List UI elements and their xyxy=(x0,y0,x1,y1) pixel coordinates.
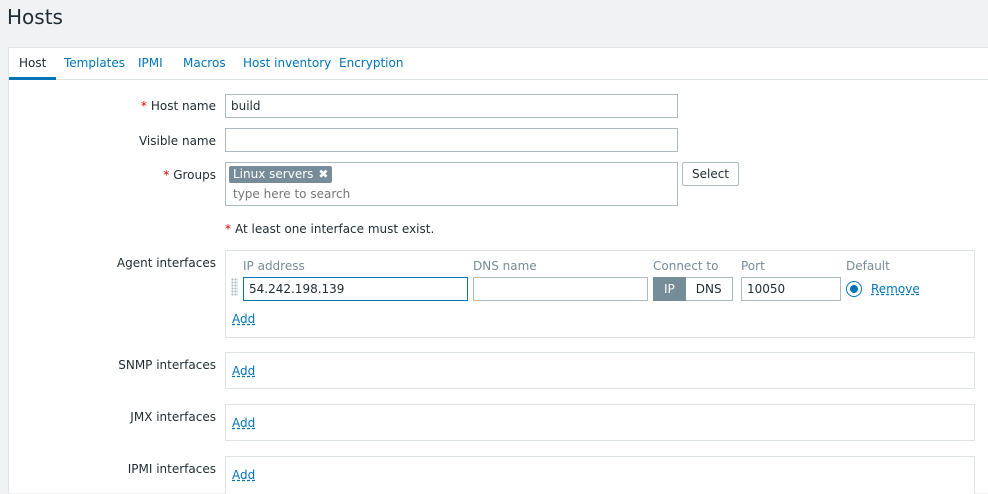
default-radio[interactable] xyxy=(846,281,862,297)
tab-host[interactable]: Host xyxy=(9,48,57,80)
port-input[interactable] xyxy=(741,277,841,301)
groups-multiselect[interactable]: Linux servers ✖ xyxy=(225,162,678,206)
visible-name-label: Visible name xyxy=(138,134,216,148)
snmp-interfaces-label: SNMP interfaces xyxy=(118,358,216,372)
header-default: Default xyxy=(846,259,890,273)
header-ip-address: IP address xyxy=(243,259,305,273)
ipmi-interfaces-panel: Add xyxy=(225,456,975,494)
tab-templates[interactable]: Templates xyxy=(54,48,135,80)
interface-warning: * At least one interface must exist. xyxy=(225,222,435,236)
remove-chip-icon[interactable]: ✖ xyxy=(318,167,328,181)
tab-encryption[interactable]: Encryption xyxy=(329,48,413,80)
jmx-interfaces-label: JMX interfaces xyxy=(130,410,216,424)
groups-select-button[interactable]: Select xyxy=(682,162,739,186)
required-mark: * xyxy=(140,99,147,113)
connect-ip-button[interactable]: IP xyxy=(653,277,686,301)
connect-to-toggle: IP DNS xyxy=(653,277,733,301)
tab-host-inventory[interactable]: Host inventory xyxy=(233,48,341,80)
groups-search-input[interactable] xyxy=(231,186,531,202)
visible-name-input[interactable] xyxy=(225,128,678,152)
header-dns-name: DNS name xyxy=(473,259,537,273)
add-ipmi-interface-link[interactable]: Add xyxy=(232,468,255,482)
groups-label: * Groups xyxy=(163,168,216,182)
add-jmx-interface-link[interactable]: Add xyxy=(232,416,255,430)
tab-bar: Host Templates IPMI Macros Host inventor… xyxy=(9,48,988,80)
remove-interface-link[interactable]: Remove xyxy=(871,282,920,296)
required-mark: * xyxy=(163,168,170,182)
host-name-input[interactable] xyxy=(225,94,678,118)
add-snmp-interface-link[interactable]: Add xyxy=(232,364,255,378)
connect-dns-button[interactable]: DNS xyxy=(685,277,733,301)
page-title: Hosts xyxy=(7,5,63,29)
jmx-interfaces-panel: Add xyxy=(225,404,975,441)
agent-interfaces-panel: IP address DNS name Connect to Port Defa… xyxy=(225,250,975,338)
group-chip: Linux servers ✖ xyxy=(229,166,333,183)
tab-ipmi[interactable]: IPMI xyxy=(128,48,173,80)
snmp-interfaces-panel: Add xyxy=(225,352,975,389)
host-name-label: * Host name xyxy=(140,99,216,113)
drag-handle-icon[interactable] xyxy=(231,278,238,296)
agent-interfaces-label: Agent interfaces xyxy=(116,256,216,270)
dns-name-input[interactable] xyxy=(473,277,648,301)
tab-macros[interactable]: Macros xyxy=(173,48,236,80)
form-container: Host Templates IPMI Macros Host inventor… xyxy=(8,47,988,494)
add-agent-interface-link[interactable]: Add xyxy=(232,312,255,326)
header-connect-to: Connect to xyxy=(653,259,719,273)
ipmi-interfaces-label: IPMI interfaces xyxy=(127,462,216,476)
ip-address-input[interactable] xyxy=(243,277,468,301)
header-port: Port xyxy=(741,259,765,273)
